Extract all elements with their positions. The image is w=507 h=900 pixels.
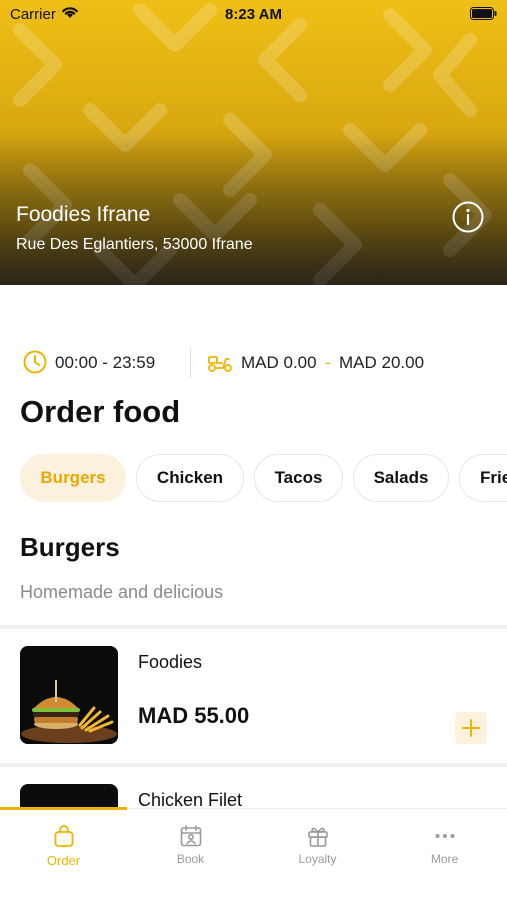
category-chip-chicken[interactable]: Chicken xyxy=(136,454,244,502)
calendar-person-icon xyxy=(180,825,201,847)
tab-loyalty[interactable]: Loyalty xyxy=(254,809,381,879)
delivery-fee-max: MAD 20.00 xyxy=(339,353,425,372)
item-price: MAD 55.00 xyxy=(138,703,250,728)
bottom-tab-bar: Order Book Loyalty More xyxy=(0,807,507,900)
tab-label: Loyalty xyxy=(298,852,337,866)
restaurant-address: Rue Des Eglantiers, 53000 Ifrane xyxy=(16,236,253,253)
restaurant-name: Foodies Ifrane xyxy=(16,203,151,226)
delivery-fee-separator: - xyxy=(325,353,331,372)
plus-icon xyxy=(462,719,480,737)
tab-order[interactable]: Order xyxy=(0,809,127,879)
category-chip-burgers[interactable]: Burgers xyxy=(20,454,126,502)
item-divider xyxy=(0,763,507,767)
info-divider xyxy=(190,348,191,378)
add-to-cart-button[interactable] xyxy=(455,712,487,744)
tab-more[interactable]: More xyxy=(381,809,507,879)
battery-icon xyxy=(470,7,497,20)
bag-icon xyxy=(54,825,73,847)
more-dots-icon xyxy=(435,834,454,838)
tab-label: Order xyxy=(46,853,81,868)
info-icon[interactable] xyxy=(452,201,484,233)
section-title: Burgers xyxy=(20,532,120,562)
status-time: 8:23 AM xyxy=(225,6,282,23)
opening-hours: 00:00 - 23:59 xyxy=(55,353,156,372)
delivery-scooter-icon xyxy=(208,356,232,372)
tab-label: Book xyxy=(176,852,205,866)
hero-banner: Carrier 8:23 AM Foodies Ifrane Rue Des E… xyxy=(0,0,507,285)
tab-book[interactable]: Book xyxy=(127,809,254,879)
clock-icon xyxy=(23,350,47,374)
page-title: Order food xyxy=(20,394,181,429)
section-subtitle: Homemade and delicious xyxy=(20,582,224,602)
item-name[interactable]: Foodies xyxy=(138,652,202,673)
category-chip-salads[interactable]: Salads xyxy=(353,454,449,502)
status-bar: Carrier 8:23 AM xyxy=(0,0,507,28)
category-chip-tacos[interactable]: Tacos xyxy=(254,454,343,502)
category-chip-fries[interactable]: Fries xyxy=(459,454,507,502)
item-image-foodies[interactable] xyxy=(20,646,118,744)
tab-label: More xyxy=(430,852,459,866)
burger-photo xyxy=(20,646,118,744)
info-row: 00:00 - 23:59 MAD 0.00 - MAD 20.00 xyxy=(20,348,490,378)
delivery-fee-min: MAD 0.00 xyxy=(241,353,317,372)
section-divider xyxy=(0,625,507,629)
category-tabs: Burgers Chicken Tacos Salads Fries xyxy=(20,454,507,502)
gift-icon xyxy=(307,827,328,847)
